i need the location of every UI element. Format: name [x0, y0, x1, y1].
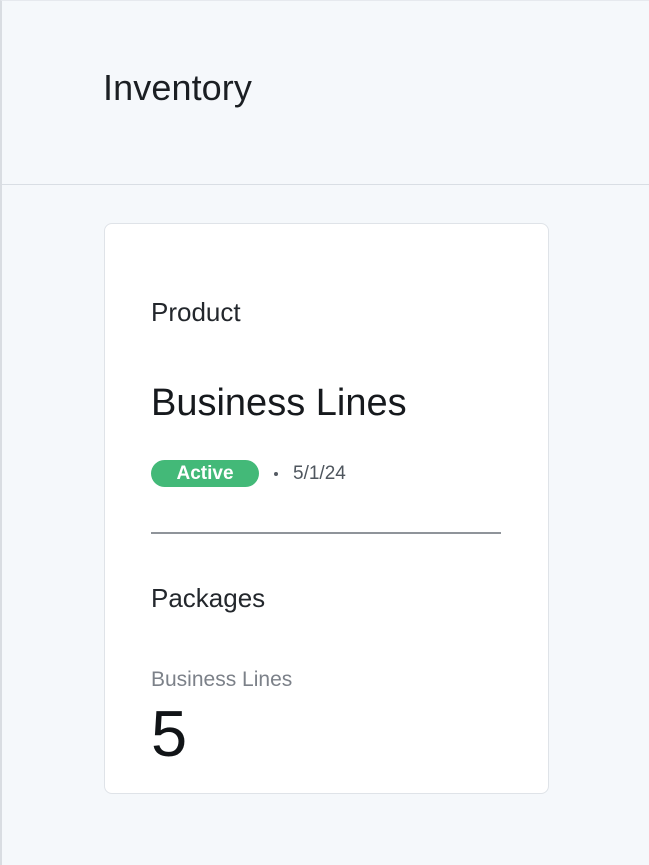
product-card: Product Business Lines Active 5/1/24 Pac…: [104, 223, 549, 794]
section-divider: [151, 532, 501, 534]
status-badge: Active: [151, 460, 259, 487]
business-lines-metric-value: 5: [151, 697, 188, 770]
product-section-label: Product: [151, 297, 241, 327]
packages-section-label: Packages: [151, 583, 266, 613]
status-row: Active 5/1/24: [151, 460, 346, 487]
app-frame: Inventory Product Business Lines Active …: [0, 0, 649, 865]
page-header: Inventory: [2, 1, 649, 185]
product-name: Business Lines: [151, 382, 407, 424]
business-lines-metric-label: Business Lines: [151, 668, 293, 691]
page-title: Inventory: [103, 67, 252, 108]
status-date: 5/1/24: [293, 463, 346, 484]
dot-separator: [274, 471, 278, 476]
